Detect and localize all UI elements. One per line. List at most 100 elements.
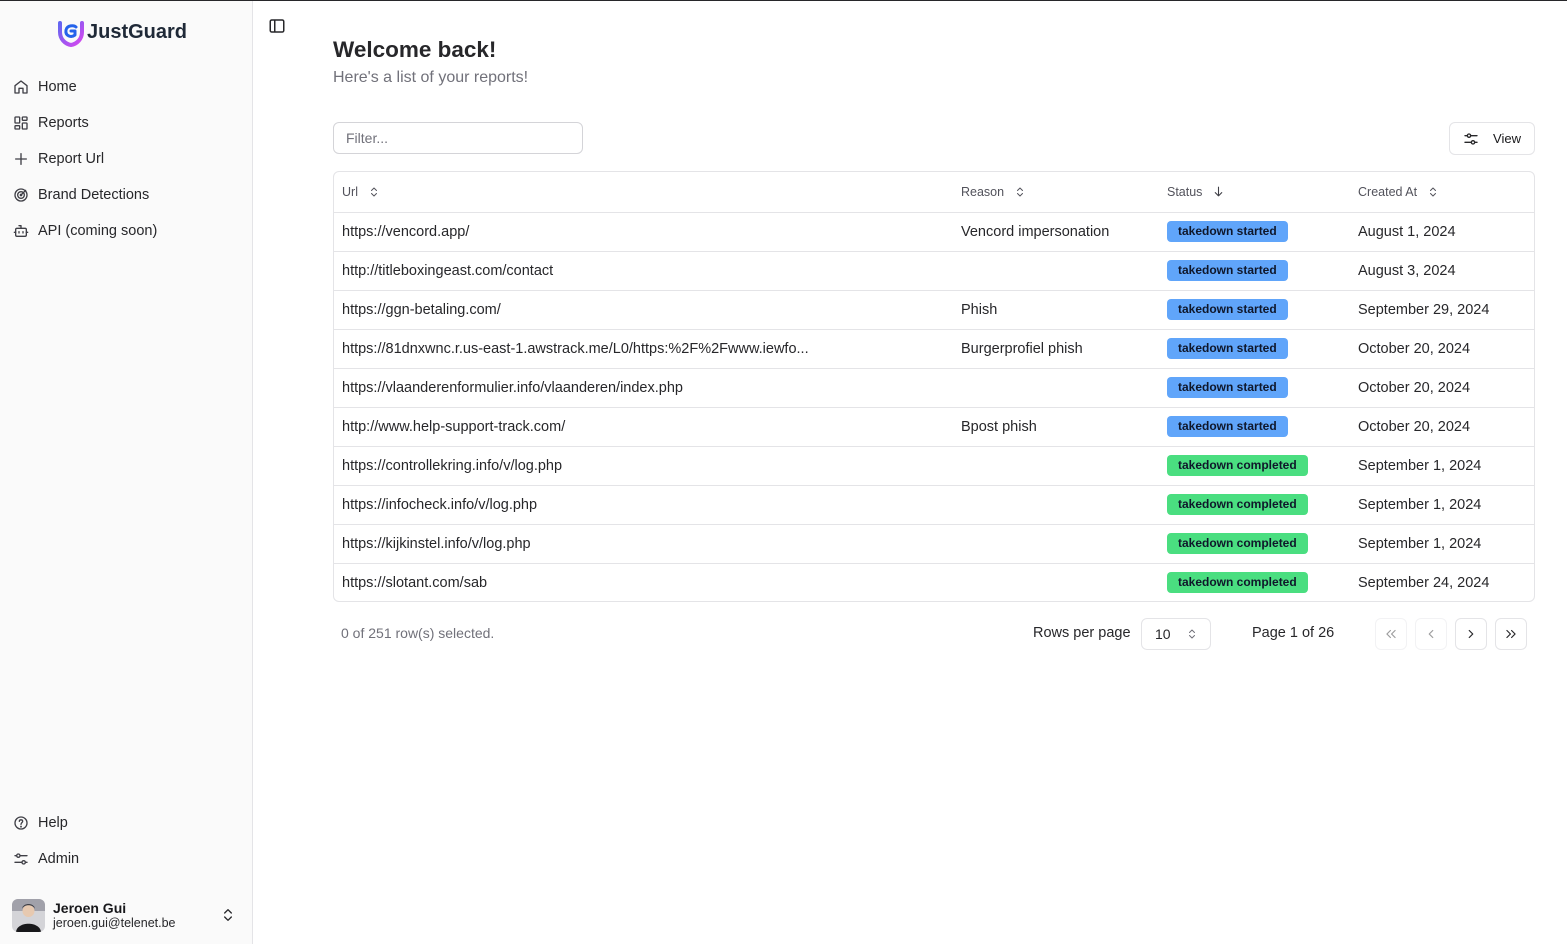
view-button-label: View bbox=[1493, 131, 1521, 146]
next-page-button[interactable] bbox=[1455, 618, 1487, 650]
column-header-url: Url bbox=[334, 172, 953, 213]
url-cell: http://titleboxingeast.com/contact bbox=[334, 251, 953, 291]
table-row[interactable]: https://infocheck.info/v/log.php takedown… bbox=[334, 485, 1534, 525]
sidebar-item-help[interactable]: Help bbox=[0, 805, 252, 841]
created-at-cell: October 20, 2024 bbox=[1350, 407, 1534, 447]
sidebar-item-label: Reports bbox=[38, 115, 89, 131]
status-badge: takedown started bbox=[1167, 299, 1288, 320]
reason-cell bbox=[953, 446, 1159, 486]
first-page-button[interactable] bbox=[1375, 618, 1407, 650]
table-row[interactable]: http://titleboxingeast.com/contact takedo… bbox=[334, 251, 1534, 291]
status-badge: takedown completed bbox=[1167, 494, 1308, 515]
sidebar-bottom-nav: Help Admin bbox=[0, 805, 252, 877]
created-at-cell: August 1, 2024 bbox=[1350, 212, 1534, 252]
bot-icon bbox=[13, 225, 29, 237]
table-row[interactable]: http://www.help-support-track.com/Bpost … bbox=[334, 407, 1534, 447]
table-row[interactable]: https://ggn-betaling.com/Phish takedown s… bbox=[334, 290, 1534, 330]
chevrons-up-down-icon bbox=[224, 909, 232, 921]
table-row[interactable]: https://81dnxwnc.r.us-east-1.awstrack.me… bbox=[334, 329, 1534, 369]
status-cell: takedown started bbox=[1159, 212, 1350, 252]
user-email: jeroen.gui@telenet.be bbox=[53, 915, 176, 930]
table-row[interactable]: https://slotant.com/sab takedown complete… bbox=[334, 563, 1534, 601]
created-at-cell: September 1, 2024 bbox=[1350, 485, 1534, 525]
sidebar-item-home[interactable]: Home bbox=[0, 69, 252, 105]
filter-input[interactable] bbox=[333, 122, 583, 154]
column-header-status: Status bbox=[1159, 172, 1350, 213]
status-cell: takedown started bbox=[1159, 368, 1350, 408]
sidebar-item-reports[interactable]: Reports bbox=[0, 105, 252, 141]
view-options-button[interactable]: View bbox=[1449, 122, 1535, 155]
rows-per-page-select[interactable]: 10 bbox=[1141, 618, 1211, 650]
reason-cell: Phish bbox=[953, 290, 1159, 330]
sliders-icon bbox=[14, 853, 28, 865]
status-cell: takedown started bbox=[1159, 251, 1350, 291]
reason-cell: Bpost phish bbox=[953, 407, 1159, 447]
user-menu[interactable]: Jeroen Gui jeroen.gui@telenet.be bbox=[12, 897, 242, 933]
user-info: Jeroen Gui jeroen.gui@telenet.be bbox=[53, 900, 176, 931]
status-cell: takedown completed bbox=[1159, 485, 1350, 525]
chevrons-up-down-icon bbox=[1189, 629, 1195, 639]
rows-per-page-label: Rows per page bbox=[1033, 625, 1131, 641]
status-cell: takedown started bbox=[1159, 329, 1350, 369]
status-badge: takedown completed bbox=[1167, 455, 1308, 476]
created-at-cell: September 1, 2024 bbox=[1350, 524, 1534, 564]
url-cell: http://www.help-support-track.com/ bbox=[334, 407, 953, 447]
reason-cell bbox=[953, 563, 1159, 601]
plus-icon bbox=[15, 153, 27, 165]
url-cell: https://infocheck.info/v/log.php bbox=[334, 485, 953, 525]
justguard-logo-icon bbox=[58, 18, 84, 47]
chevrons-right-icon bbox=[1506, 629, 1516, 639]
sort-url-button[interactable]: Url bbox=[342, 185, 380, 199]
chevrons-up-down-icon bbox=[1017, 187, 1024, 197]
reason-cell: Burgerprofiel phish bbox=[953, 329, 1159, 369]
sidebar-nav: Home Reports Report Url Brand Detections… bbox=[0, 69, 252, 249]
app-logo[interactable]: JustGuard bbox=[57, 17, 187, 47]
table-row[interactable]: https://controllekring.info/v/log.php tak… bbox=[334, 446, 1534, 486]
status-cell: takedown started bbox=[1159, 407, 1350, 447]
previous-page-button[interactable] bbox=[1415, 618, 1447, 650]
sort-status-button[interactable]: Status bbox=[1167, 185, 1225, 199]
url-cell: https://81dnxwnc.r.us-east-1.awstrack.me… bbox=[334, 329, 953, 369]
column-label: Status bbox=[1167, 184, 1203, 199]
column-header-created-at: Created At bbox=[1350, 172, 1534, 213]
url-cell: https://vencord.app/ bbox=[334, 212, 953, 252]
sliders-horizontal-icon bbox=[1464, 132, 1478, 145]
rows-per-page-value: 10 bbox=[1155, 626, 1171, 642]
home-icon bbox=[14, 80, 28, 94]
column-label: Url bbox=[342, 184, 358, 199]
avatar bbox=[12, 898, 45, 932]
reason-cell bbox=[953, 251, 1159, 291]
last-page-button[interactable] bbox=[1495, 618, 1527, 650]
created-at-cell: August 3, 2024 bbox=[1350, 251, 1534, 291]
sidebar-item-brand-detections[interactable]: Brand Detections bbox=[0, 177, 252, 213]
column-header-reason: Reason bbox=[953, 172, 1159, 213]
user-name: Jeroen Gui bbox=[53, 899, 127, 916]
chevrons-up-down-icon bbox=[370, 187, 377, 197]
sidebar: JustGuard Home Reports Report Url Brand … bbox=[0, 1, 253, 944]
selection-count: 0 of 251 row(s) selected. bbox=[341, 625, 495, 641]
sidebar-item-label: Report Url bbox=[38, 151, 105, 167]
table-row[interactable]: https://vlaanderenformulier.info/vlaande… bbox=[334, 368, 1534, 408]
sidebar-item-report-url[interactable]: Report Url bbox=[0, 141, 252, 177]
url-cell: https://ggn-betaling.com/ bbox=[334, 290, 953, 330]
table-header-row: Url Reason Status Created At bbox=[334, 172, 1534, 213]
created-at-cell: October 20, 2024 bbox=[1350, 329, 1534, 369]
app-name: JustGuard bbox=[87, 20, 188, 43]
sort-created-at-button[interactable]: Created At bbox=[1358, 185, 1439, 199]
table-row[interactable]: https://kijkinstel.info/v/log.php takedow… bbox=[334, 524, 1534, 564]
sidebar-item-label: Home bbox=[38, 79, 77, 95]
sidebar-item-label: Brand Detections bbox=[38, 187, 150, 203]
url-cell: https://kijkinstel.info/v/log.php bbox=[334, 524, 953, 564]
page-title: Welcome back! bbox=[333, 37, 497, 62]
sort-reason-button[interactable]: Reason bbox=[961, 185, 1026, 199]
sidebar-item-label: API (coming soon) bbox=[38, 223, 158, 239]
chevron-right-icon bbox=[1468, 629, 1474, 639]
panel-left-icon[interactable] bbox=[268, 17, 286, 35]
table-row[interactable]: https://vencord.app/Vencord impersonatio… bbox=[334, 212, 1534, 252]
sidebar-item-api[interactable]: API (coming soon) bbox=[0, 213, 252, 249]
arrow-down-icon bbox=[1215, 186, 1223, 197]
chevrons-up-down-icon bbox=[1430, 187, 1437, 197]
table-body: https://vencord.app/Vencord impersonatio… bbox=[334, 212, 1534, 601]
sidebar-item-admin[interactable]: Admin bbox=[0, 841, 252, 877]
status-badge: takedown started bbox=[1167, 416, 1288, 437]
